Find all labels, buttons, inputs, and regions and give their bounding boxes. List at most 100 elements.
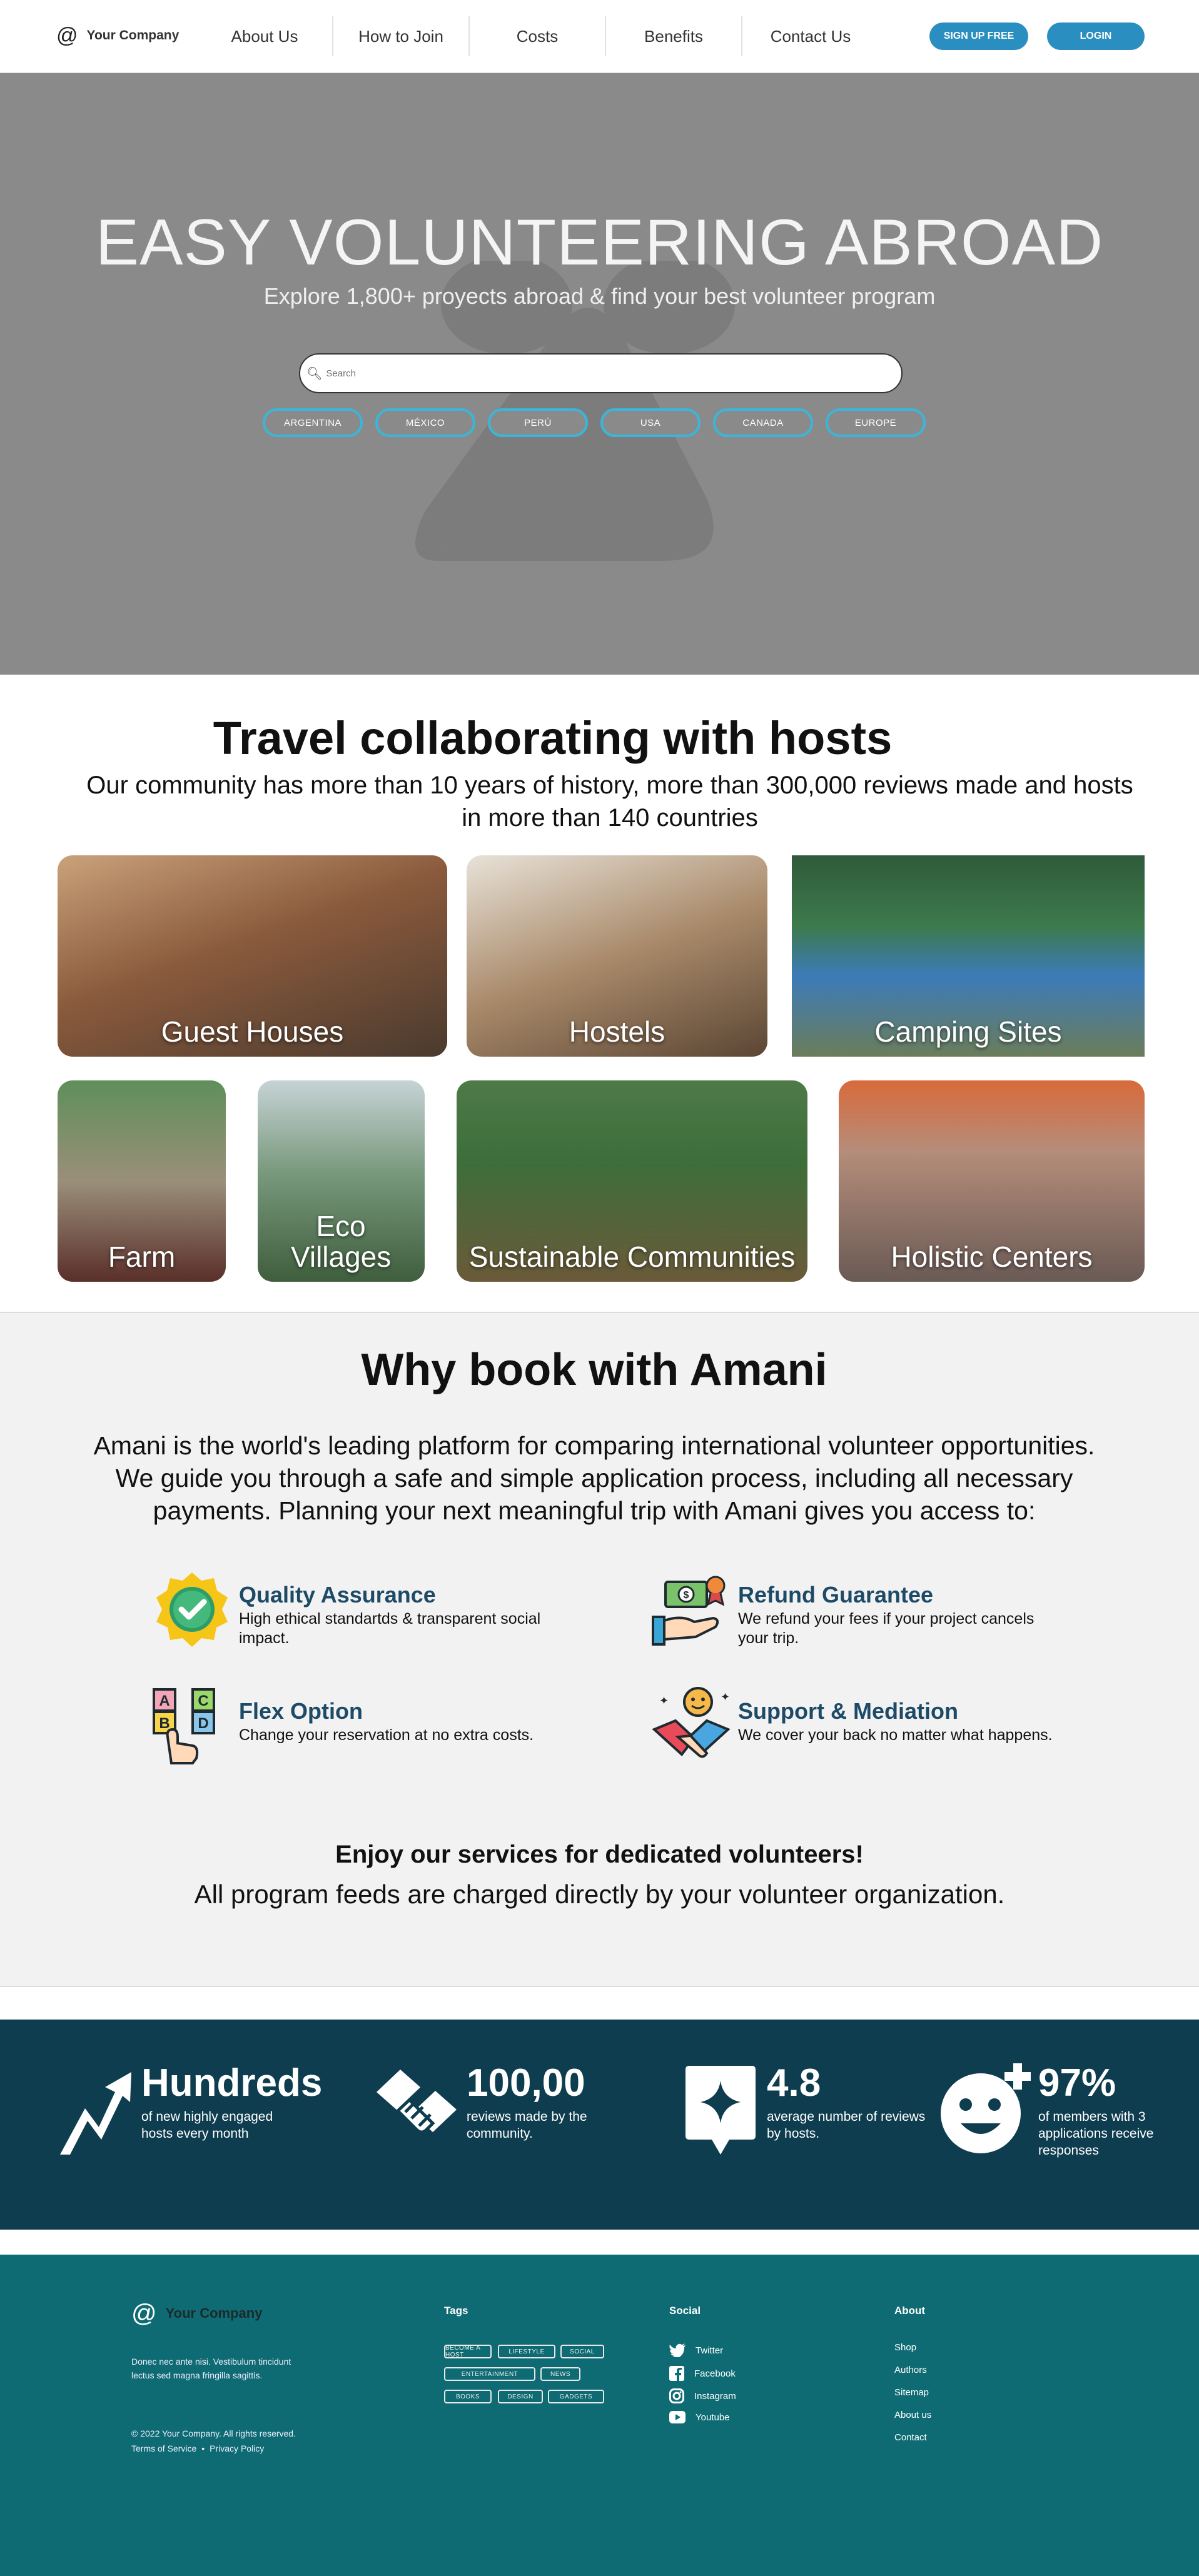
tag-social[interactable]: SOCIAL [560, 2345, 604, 2358]
card-label: Holistic Centers [891, 1240, 1093, 1273]
why-section: Why book with Amani Amani is the world's… [0, 1312, 1199, 1987]
terms-link[interactable]: Terms of Service [131, 2443, 196, 2453]
travel-subtitle: Our community has more than 10 years of … [86, 772, 1133, 832]
country-canada-button[interactable]: CANADA [713, 408, 813, 437]
country-peru-button[interactable]: PERÚ [488, 408, 588, 437]
country-mexico-button[interactable]: MÉXICO [375, 408, 475, 437]
stat-label: average number of reviews by hosts. [767, 2110, 926, 2141]
card-farm[interactable]: Farm [58, 1080, 226, 1282]
country-filters: ARGENTINA MÉXICO PERÚ USA CANADA EUROPE [263, 408, 926, 437]
about-link-shop[interactable]: Shop [894, 2342, 916, 2353]
tags-heading: Tags [444, 2305, 468, 2317]
country-europe-button[interactable]: EUROPE [826, 408, 926, 437]
stat-label: of members with 3 applications receive r… [1038, 2110, 1154, 2158]
footer-legal-links: Terms of Service • Privacy Policy [131, 2443, 264, 2453]
svg-text:✦: ✦ [721, 1691, 730, 1703]
svg-text:A: A [159, 1693, 169, 1709]
card-holistic-centers[interactable]: Holistic Centers [839, 1080, 1145, 1282]
tag-books[interactable]: BOOKS [444, 2390, 492, 2403]
feature-refund-guarantee: $ Refund Guarantee We refund your fees i… [650, 1569, 1101, 1657]
nav-link-how-to-join[interactable]: How to Join [333, 16, 470, 56]
tag-gadgets[interactable]: GADGETS [548, 2390, 604, 2403]
social-facebook-link[interactable]: Facebook [669, 2366, 736, 2381]
about-heading: About [894, 2305, 926, 2317]
enjoy-heading: Enjoy our services for dedicated volunte… [335, 1841, 864, 1868]
nav-links: About Us How to Join Costs Benefits Cont… [197, 16, 879, 56]
login-button[interactable]: LOGIN [1047, 23, 1145, 50]
social-twitter-link[interactable]: Twitter [669, 2343, 723, 2357]
card-guest-houses[interactable]: Guest Houses [58, 855, 447, 1057]
svg-text:$: $ [684, 1590, 689, 1601]
svg-text:D: D [198, 1715, 208, 1732]
handshake-icon [377, 2070, 457, 2134]
tag-entertainment[interactable]: ENTERTAINMENT [444, 2367, 535, 2381]
youtube-icon [669, 2411, 686, 2423]
card-label: Eco Villages [291, 1210, 392, 1273]
footer-copyright: © 2022 Your Company. All rights reserved… [131, 2428, 296, 2438]
about-link-contact[interactable]: Contact [894, 2432, 927, 2443]
stat-value: 4.8 [767, 2061, 821, 2105]
social-instagram-link[interactable]: Instagram [669, 2388, 736, 2403]
feature-title: Quality Assurance [239, 1582, 436, 1607]
stat-label: of new highly engaged hosts every month [141, 2110, 273, 2141]
about-link-sitemap[interactable]: Sitemap [894, 2387, 929, 2398]
nav-link-costs[interactable]: Costs [470, 16, 606, 56]
nav-link-benefits[interactable]: Benefits [606, 16, 742, 56]
nav-link-about-us[interactable]: About Us [197, 16, 333, 56]
hero-title: EASY VOLUNTEERING ABROAD [95, 206, 1104, 279]
handshake-icon: ✦ ✦ [652, 1687, 731, 1758]
star-badge-icon [686, 2066, 756, 2155]
feature-quality-assurance: Quality Assurance High ethical standartd… [151, 1569, 602, 1657]
social-youtube-link[interactable]: Youtube [669, 2411, 730, 2423]
top-nav: @ Your Company About Us How to Join Cost… [0, 0, 1199, 73]
stats-band: Hundreds of new highly engaged hosts eve… [0, 2020, 1199, 2230]
card-eco-villages[interactable]: Eco Villages [258, 1080, 425, 1282]
card-sustainable-communities[interactable]: Sustainable Communities [457, 1080, 807, 1282]
feature-description: We cover your back no matter what happen… [738, 1726, 1053, 1744]
fees-note: All program feeds are charged directly b… [194, 1879, 1005, 1909]
tag-news[interactable]: NEWS [540, 2367, 580, 2381]
card-camping-sites[interactable]: Camping Sites [792, 855, 1145, 1057]
why-intro: Amani is the world's leading platform fo… [93, 1431, 1095, 1525]
card-hostels[interactable]: Hostels [467, 855, 767, 1057]
signup-button[interactable]: SIGN UP FREE [929, 23, 1028, 50]
footer-logo[interactable]: @ Your Company [131, 2301, 262, 2326]
search-input[interactable] [326, 368, 889, 379]
feature-flex-option: A C B D Flex Option Change your reservat… [151, 1686, 602, 1773]
feature-title: Support & Mediation [738, 1698, 958, 1724]
card-label: Hostels [569, 1015, 665, 1048]
card-label: Farm [108, 1240, 176, 1273]
tag-become-a-host[interactable]: BECOME A HOST [444, 2345, 492, 2358]
search-bar[interactable]: 🔍︎ [299, 353, 903, 393]
country-usa-button[interactable]: USA [600, 408, 701, 437]
card-label: Sustainable Communities [468, 1240, 796, 1273]
svg-text:B: B [159, 1715, 169, 1732]
tag-lifestyle[interactable]: LIFESTYLE [498, 2345, 555, 2358]
stat-value: 97% [1038, 2061, 1116, 2105]
smiley-plus-icon [941, 2063, 1031, 2153]
footer: @ Your Company Donec nec ante nisi. Vest… [0, 2255, 1199, 2576]
about-link-authors[interactable]: Authors [894, 2365, 927, 2375]
footer-company-name: Your Company [165, 2305, 263, 2321]
feature-title: Flex Option [239, 1698, 363, 1724]
quality-badge-icon [156, 1572, 228, 1647]
social-label: Instagram [694, 2390, 736, 2402]
hero-subtitle: Explore 1,800+ proyects abroad & find yo… [263, 283, 936, 309]
card-label: Camping Sites [874, 1015, 1062, 1048]
facebook-icon [669, 2366, 684, 2381]
country-argentina-button[interactable]: ARGENTINA [263, 408, 363, 437]
feature-title: Refund Guarantee [738, 1582, 934, 1607]
svg-text:C: C [198, 1693, 208, 1709]
about-link-about-us[interactable]: About us [894, 2410, 931, 2420]
trend-arrow-icon [60, 2072, 131, 2155]
tag-design[interactable]: DESIGN [498, 2390, 543, 2403]
stat-value: 100,00 [467, 2061, 585, 2105]
stat-label: reviews made by the community. [467, 2110, 587, 2141]
separator-dot: • [201, 2443, 205, 2453]
feature-description: We refund your fees if your project canc… [738, 1610, 1035, 1647]
privacy-link[interactable]: Privacy Policy [210, 2443, 264, 2453]
social-label: Facebook [694, 2368, 736, 2379]
company-logo[interactable]: @ Your Company [56, 25, 179, 46]
company-name: Your Company [86, 28, 180, 43]
nav-link-contact-us[interactable]: Contact Us [742, 16, 879, 56]
